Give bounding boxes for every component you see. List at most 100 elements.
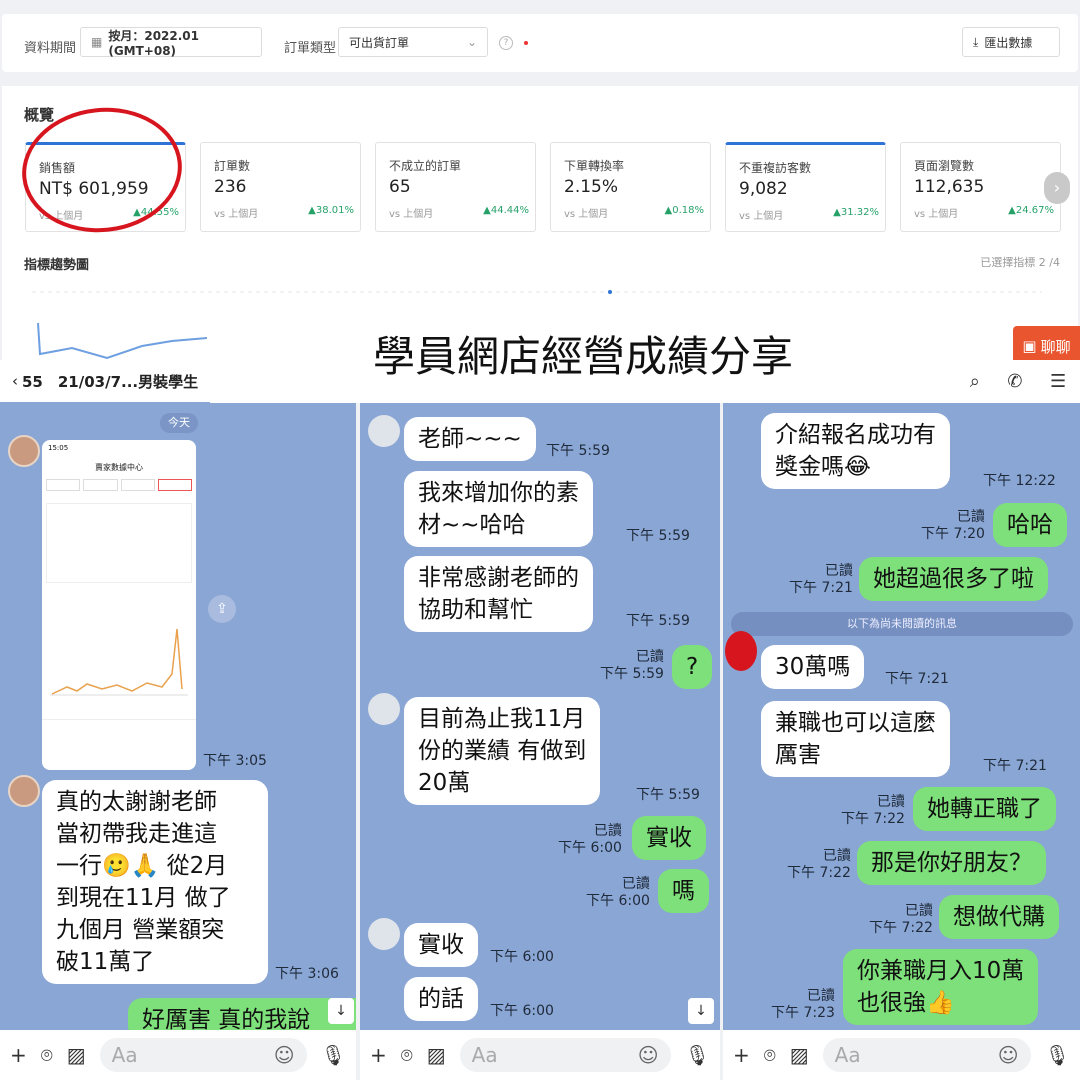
chevron-down-icon: ⌄ [466, 35, 477, 49]
msg-time: 下午 12:22 [983, 473, 1056, 489]
menu-icon[interactable]: ☰ [1050, 371, 1066, 392]
unread-divider: 以下為尚未閱讀的訊息 [731, 612, 1073, 636]
reply-bubble[interactable]: 哈哈 [993, 503, 1067, 547]
download-icon: ⤓ [973, 34, 979, 49]
image-icon[interactable]: ▨ [790, 1043, 809, 1067]
msg-time: 下午 6:00 [490, 1003, 554, 1019]
message-bubble[interactable]: 老師~~~ [404, 417, 536, 461]
card-pct: ▲31.32% [833, 207, 879, 218]
image-icon[interactable]: ▨ [67, 1043, 86, 1067]
message-bubble[interactable]: 介紹報名成功有 獎金嗎😂 [761, 413, 950, 489]
search-icon[interactable]: ⌕ [970, 371, 980, 392]
input-bar: + ⌾ ▨ Aa ☺ 🎙 [723, 1030, 1080, 1080]
avatar[interactable] [8, 435, 40, 467]
msg-time: 下午 5:59 [636, 787, 700, 803]
card-value: 2.15% [564, 177, 619, 197]
back-icon[interactable]: ‹ [12, 372, 18, 390]
help-icon[interactable]: ? [499, 36, 513, 50]
export-button[interactable]: ⤓ 匯出數據 [962, 27, 1060, 57]
card-vs: vs 上個月 [739, 211, 784, 222]
reply-bubble[interactable]: 嗎 [658, 869, 709, 913]
read-status: 已讀 下午 7:21 [789, 563, 853, 597]
card-vs: vs 上個月 [914, 209, 959, 220]
reply-bubble[interactable]: ? [672, 645, 712, 689]
phone-icon[interactable]: ✆ [1007, 371, 1022, 392]
chat-label: 聊聊 [1040, 337, 1071, 356]
card-pageviews[interactable]: 頁面瀏覽數 112,635 vs 上個月 ▲24.67% [900, 142, 1061, 232]
emoji-icon[interactable]: ☺ [998, 1043, 1019, 1067]
message-input[interactable]: Aa ☺ [459, 1038, 671, 1072]
scroll-down-icon[interactable]: ↓ [328, 998, 354, 1024]
msg-time: 下午 7:21 [983, 758, 1047, 774]
emoji-icon[interactable]: ☺ [274, 1043, 295, 1067]
read-status: 已讀 下午 7:22 [841, 794, 905, 828]
msg-time: 下午 3:05 [203, 753, 267, 769]
message-bubble[interactable]: 真的太謝謝老師 當初帶我走進這 一行🥲🙏 從2月 到現在11月 做了 九個月 營… [42, 780, 268, 984]
card-visitors[interactable]: 不重複訪客數 9,082 vs 上個月 ▲31.32% [725, 142, 886, 232]
order-type-select[interactable]: 可出貨訂單 ⌄ [338, 27, 488, 57]
read-label: 已讀 [822, 848, 851, 864]
card-pct: ▲0.18% [664, 205, 704, 216]
read-time: 下午 6:00 [586, 893, 650, 909]
message-bubble[interactable]: 目前為止我11月 份的業績 有做到 20萬 [404, 697, 601, 805]
screenshot-image[interactable]: 15:05 賣家數據中心 [42, 440, 196, 770]
avatar[interactable] [368, 918, 400, 950]
avatar[interactable] [368, 693, 400, 725]
card-failed-orders[interactable]: 不成立的訂單 65 vs 上個月 ▲44.44% [375, 142, 536, 232]
card-label: 不重複訪客數 [739, 161, 812, 175]
phone-tabs [42, 473, 196, 497]
avatar[interactable] [8, 775, 40, 807]
reply-bubble[interactable]: 她超過很多了啦 [859, 557, 1048, 601]
card-value: 112,635 [914, 177, 985, 197]
msg-time: 下午 3:06 [275, 966, 339, 982]
image-icon[interactable]: ▨ [427, 1043, 446, 1067]
msg-time: 下午 5:59 [546, 443, 610, 459]
period-select[interactable]: ▦ 按月：2022.01 (GMT+08) [80, 27, 262, 58]
message-bubble[interactable]: 我來增加你的素 材~~哈哈 [404, 471, 593, 547]
plus-icon[interactable]: + [370, 1043, 387, 1067]
mic-icon[interactable]: 🎙 [1045, 1043, 1070, 1067]
export-label: 匯出數據 [984, 35, 1033, 50]
read-status: 已讀 下午 7:23 [771, 988, 835, 1022]
card-orders[interactable]: 訂單數 236 vs 上個月 ▲38.01% [200, 142, 361, 232]
plus-icon[interactable]: + [10, 1043, 27, 1067]
reply-bubble[interactable]: 你兼職月入10萬 也很強👍 [843, 949, 1039, 1025]
mic-icon[interactable]: 🎙 [321, 1043, 346, 1067]
camera-icon[interactable]: ⌾ [764, 1043, 776, 1067]
message-input[interactable]: Aa ☺ [822, 1038, 1031, 1072]
reply-bubble[interactable]: 想做代購 [939, 895, 1059, 939]
message-bubble[interactable]: 的話 [404, 977, 478, 1021]
msg-time: 下午 7:21 [885, 671, 949, 687]
message-bubble[interactable]: 實收 [404, 923, 478, 967]
chat-panel-3: 介紹報名成功有 獎金嗎😂 下午 12:22 已讀 下午 7:20 哈哈 已讀 下午 … [723, 403, 1080, 1080]
reply-bubble[interactable]: 實收 [632, 816, 706, 860]
card-label: 訂單數 [214, 159, 251, 173]
scroll-down-icon[interactable]: ↓ [688, 998, 714, 1024]
message-bubble[interactable]: 非常感謝老師的 協助和幫忙 [404, 556, 593, 632]
camera-icon[interactable]: ⌾ [401, 1043, 413, 1067]
trend-title: 指標趨勢圖 [24, 258, 90, 273]
input-placeholder: Aa [834, 1043, 861, 1067]
message-bubble[interactable]: 兼職也可以這麼 厲害 [761, 701, 950, 777]
emoji-icon[interactable]: ☺ [638, 1043, 659, 1067]
read-status: 已讀 下午 5:59 [600, 649, 664, 683]
plus-icon[interactable]: + [733, 1043, 750, 1067]
share-icon[interactable]: ⇪ [208, 595, 236, 623]
phone-title: 賣家數據中心 [95, 463, 143, 472]
avatar[interactable] [368, 415, 400, 447]
next-arrow-icon[interactable]: › [1044, 172, 1070, 204]
chat-panel-1: ‹ 55 21/03/7...男裝學生 今天 15:05 賣家數據中心 ⇪ 下午 … [0, 360, 356, 1080]
reply-bubble[interactable]: 那是你好朋友？ [857, 841, 1046, 885]
message-input[interactable]: Aa ☺ [99, 1038, 307, 1072]
card-pct: ▲44.44% [483, 205, 529, 216]
mic-icon[interactable]: 🎙 [685, 1043, 710, 1067]
msg-time: 下午 5:59 [626, 613, 690, 629]
reply-bubble[interactable]: 她轉正職了 [913, 787, 1056, 831]
card-conversion[interactable]: 下單轉換率 2.15% vs 上個月 ▲0.18% [550, 142, 711, 232]
read-label: 已讀 [956, 509, 985, 525]
read-time: 下午 7:21 [789, 580, 853, 596]
camera-icon[interactable]: ⌾ [41, 1043, 53, 1067]
read-status: 已讀 下午 6:00 [558, 823, 622, 857]
message-bubble[interactable]: 30萬嗎 [761, 645, 865, 689]
card-label: 下單轉換率 [564, 159, 625, 173]
